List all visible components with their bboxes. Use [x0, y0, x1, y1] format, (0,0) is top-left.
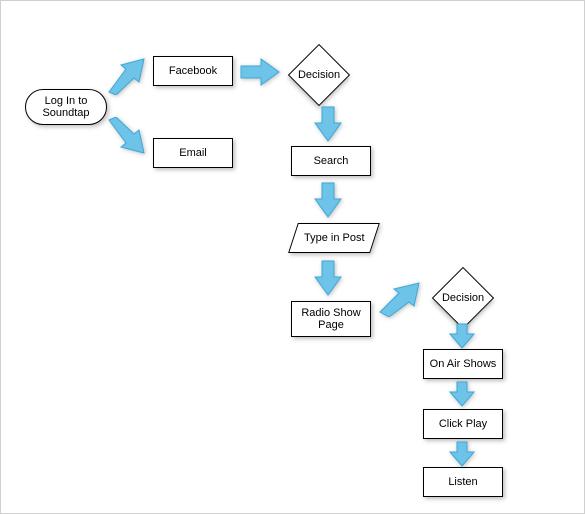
type-in-post-node: Type in Post — [288, 223, 380, 253]
email-node: Email — [153, 138, 233, 168]
arrow-radioshow-to-decision2 — [377, 279, 425, 317]
arrow-typeinpost-to-radioshow — [313, 259, 343, 297]
arrow-facebook-to-decision1 — [239, 57, 281, 87]
arrow-onair-to-clickplay — [449, 381, 475, 407]
decision2-label: Decision — [442, 292, 484, 304]
listen-label: Listen — [448, 476, 477, 488]
click-play-label: Click Play — [439, 418, 487, 430]
decision2-node: Decision — [432, 267, 494, 329]
facebook-node: Facebook — [153, 56, 233, 86]
email-label: Email — [179, 147, 207, 159]
decision1-node: Decision — [288, 44, 350, 106]
search-label: Search — [314, 155, 349, 167]
decision1-label: Decision — [298, 69, 340, 81]
radio-show-page-label: Radio Show Page — [292, 307, 370, 331]
arrow-decision1-to-search — [313, 105, 343, 143]
listen-node: Listen — [423, 467, 503, 497]
arrow-login-to-facebook — [106, 55, 152, 95]
radio-show-page-node: Radio Show Page — [291, 301, 371, 337]
facebook-label: Facebook — [169, 65, 217, 77]
on-air-shows-node: On Air Shows — [423, 349, 503, 379]
arrow-clickplay-to-listen — [449, 441, 475, 467]
login-label: Log In to Soundtap — [36, 95, 96, 119]
arrow-login-to-email — [106, 117, 152, 157]
arrow-search-to-typeinpost — [313, 181, 343, 219]
type-in-post-label: Type in Post — [304, 232, 365, 244]
search-node: Search — [291, 146, 371, 176]
arrow-decision2-to-onair — [449, 323, 475, 349]
login-node: Log In to Soundtap — [25, 89, 107, 125]
click-play-node: Click Play — [423, 409, 503, 439]
on-air-shows-label: On Air Shows — [430, 358, 497, 370]
